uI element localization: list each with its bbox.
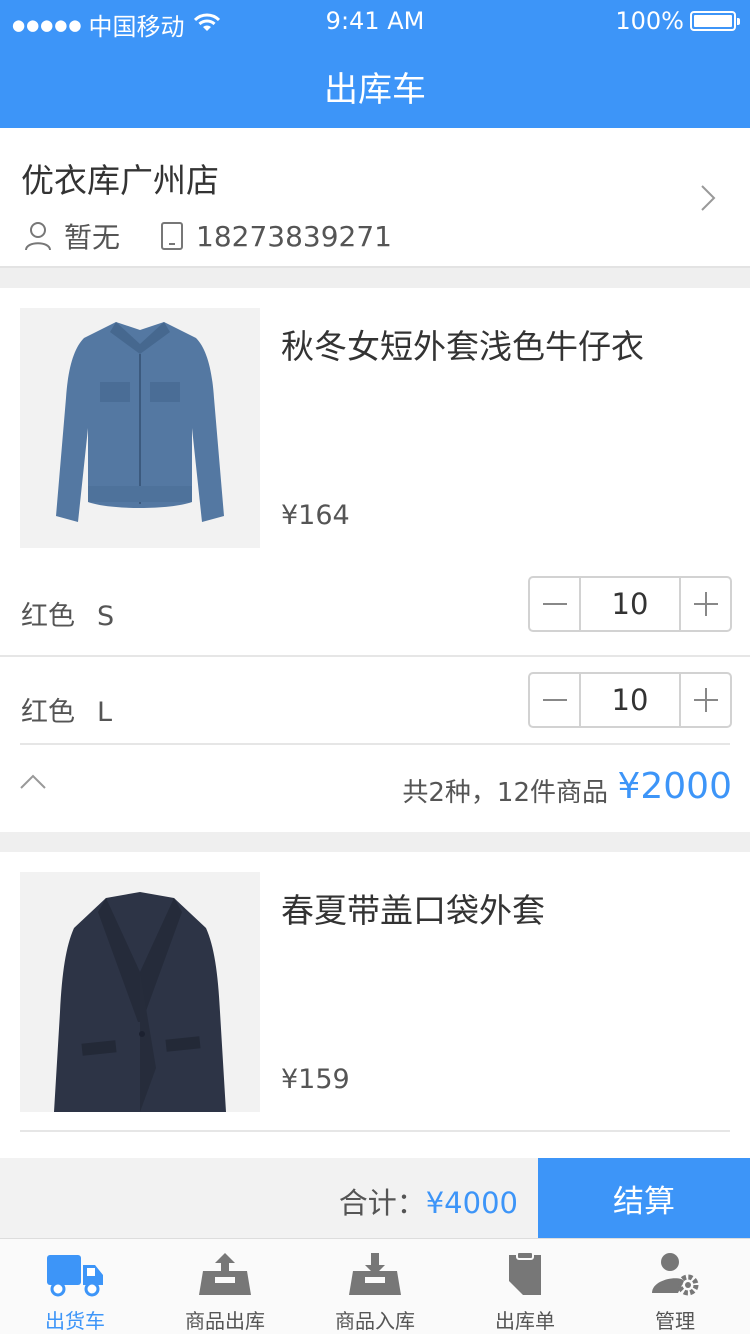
increase-button[interactable] bbox=[679, 578, 730, 630]
quantity-stepper: 10 bbox=[528, 576, 732, 632]
product-card: 秋冬女短外套浅色牛仔衣 ¥164 红色 S 10 红色 L 10 共2种，12件… bbox=[0, 288, 750, 832]
chevron-up-icon[interactable] bbox=[20, 774, 46, 794]
minus-icon bbox=[542, 699, 567, 701]
page-title: 出库车 bbox=[324, 70, 426, 110]
store-name: 优衣库广州店 bbox=[21, 161, 219, 200]
product-title: 秋冬女短外套浅色牛仔衣 bbox=[281, 327, 644, 366]
battery-percent: 100% bbox=[615, 7, 684, 35]
tab-management[interactable]: 管理 bbox=[600, 1239, 750, 1334]
product-image-denim-jacket[interactable] bbox=[20, 308, 260, 548]
divider bbox=[20, 743, 730, 745]
tab-label: 出库单 bbox=[495, 1309, 555, 1333]
product-price: ¥159 bbox=[281, 1064, 350, 1095]
checkout-bar: 合计：¥4000 结算 bbox=[0, 1158, 750, 1238]
store-contact: 暂无 bbox=[64, 221, 121, 254]
product-image-blazer[interactable] bbox=[20, 872, 260, 1112]
divider bbox=[0, 655, 750, 657]
subtotal-amount: ¥2000 bbox=[617, 766, 732, 807]
sku-color: 红色 bbox=[21, 601, 75, 632]
decrease-button[interactable] bbox=[530, 674, 581, 726]
box-in-icon bbox=[345, 1249, 405, 1299]
tab-bar: 出货车 商品出库 商品入库 出库单 管理 bbox=[0, 1238, 750, 1334]
tab-stock-in[interactable]: 商品入库 bbox=[300, 1239, 450, 1334]
tab-label: 商品入库 bbox=[335, 1309, 415, 1333]
total-label: 合计：¥4000 bbox=[339, 1180, 518, 1222]
person-icon bbox=[24, 221, 52, 251]
quantity-stepper: 10 bbox=[528, 672, 732, 728]
header: ●●●●● 中国移动 9:41 AM 100% 出库车 bbox=[0, 0, 750, 128]
user-settings-icon bbox=[645, 1249, 705, 1299]
sku-row: 红色 L 10 bbox=[0, 664, 750, 752]
sku-label: 红色 L bbox=[21, 690, 112, 729]
minus-icon bbox=[542, 603, 567, 605]
increase-button[interactable] bbox=[679, 674, 730, 726]
box-out-icon bbox=[195, 1249, 255, 1299]
tab-label: 出货车 bbox=[45, 1309, 105, 1333]
sku-size: L bbox=[97, 697, 113, 728]
checkout-button[interactable]: 结算 bbox=[538, 1158, 750, 1238]
status-bar: ●●●●● 中国移动 9:41 AM 100% bbox=[0, 0, 750, 44]
truck-icon bbox=[45, 1249, 105, 1299]
sku-size: S bbox=[97, 601, 115, 632]
quantity-input[interactable]: 10 bbox=[581, 674, 679, 726]
tab-stock-orders[interactable]: 出库单 bbox=[450, 1239, 600, 1334]
order-summary: 共2种，12件商品 bbox=[402, 778, 608, 808]
divider bbox=[20, 1130, 730, 1132]
quantity-input[interactable]: 10 bbox=[581, 578, 679, 630]
decrease-button[interactable] bbox=[530, 578, 581, 630]
plus-icon bbox=[693, 592, 718, 616]
tab-label: 商品出库 bbox=[185, 1309, 265, 1333]
product-title: 春夏带盖口袋外套 bbox=[281, 891, 545, 930]
sku-row: 红色 S 10 bbox=[0, 568, 750, 656]
sku-color: 红色 bbox=[21, 697, 75, 728]
document-icon bbox=[495, 1249, 555, 1299]
battery-icon bbox=[690, 11, 740, 31]
total-amount: ¥4000 bbox=[425, 1186, 518, 1220]
product-price: ¥164 bbox=[281, 500, 350, 531]
tab-stock-out[interactable]: 商品出库 bbox=[150, 1239, 300, 1334]
tab-shipping-cart[interactable]: 出货车 bbox=[0, 1239, 150, 1334]
phone-icon bbox=[160, 221, 184, 251]
store-selector[interactable]: 优衣库广州店 暂无 18273839271 bbox=[0, 128, 750, 268]
store-meta: 暂无 18273839271 bbox=[24, 216, 392, 256]
chevron-right-icon bbox=[700, 184, 716, 216]
total-text: 合计： bbox=[338, 1186, 426, 1220]
tab-label: 管理 bbox=[655, 1309, 695, 1333]
product-card: 春夏带盖口袋外套 ¥159 bbox=[0, 852, 750, 1158]
plus-icon bbox=[693, 688, 718, 712]
store-phone: 18273839271 bbox=[196, 219, 392, 253]
sku-label: 红色 S bbox=[21, 594, 114, 633]
